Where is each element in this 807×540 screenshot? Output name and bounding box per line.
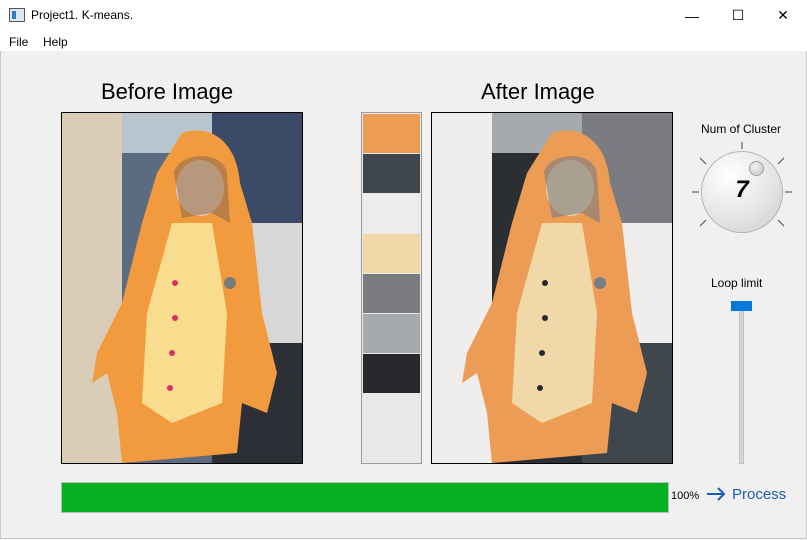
palette-swatch xyxy=(363,354,420,393)
loop-limit-track[interactable] xyxy=(739,302,744,464)
palette-swatch xyxy=(363,314,420,353)
minimize-icon: — xyxy=(685,7,699,24)
num-cluster-label: Num of Cluster xyxy=(701,122,782,136)
palette-swatch xyxy=(363,394,420,461)
palette-swatch xyxy=(363,114,420,153)
title-bar: Project1. K-means. — ☐ ✕ xyxy=(0,0,807,31)
window-title: Project1. K-means. xyxy=(31,8,134,22)
menu-help[interactable]: Help xyxy=(43,35,68,49)
arrow-right-icon xyxy=(707,487,726,501)
progress-bar xyxy=(61,482,669,513)
dial-grip-icon xyxy=(750,162,763,175)
num-cluster-dial[interactable]: 7 xyxy=(702,152,782,232)
palette-swatch xyxy=(363,234,420,273)
progress-fill xyxy=(62,483,668,512)
num-cluster-value: 7 xyxy=(735,176,749,203)
close-icon: ✕ xyxy=(777,7,789,23)
after-image-drawing xyxy=(432,113,672,463)
maximize-button[interactable]: ☐ xyxy=(715,0,761,31)
maximize-icon: ☐ xyxy=(731,7,745,23)
loop-limit-handle[interactable] xyxy=(731,301,752,311)
menu-bar: File Help xyxy=(0,31,807,51)
menu-file[interactable]: File xyxy=(9,35,28,49)
after-image-heading: After Image xyxy=(481,79,595,104)
process-button[interactable]: Process xyxy=(706,480,796,508)
cluster-palette xyxy=(361,112,422,464)
palette-swatch xyxy=(363,274,420,313)
minimize-button[interactable]: — xyxy=(669,0,715,31)
before-image-drawing xyxy=(62,113,302,463)
before-image-heading: Before Image xyxy=(101,79,234,104)
palette-swatch xyxy=(363,194,420,233)
after-image xyxy=(431,112,673,464)
palette-swatch xyxy=(363,154,420,193)
progress-text: 100% xyxy=(671,490,700,502)
close-button[interactable]: ✕ xyxy=(760,0,806,31)
app-icon xyxy=(9,8,25,22)
process-label: Process xyxy=(732,485,787,503)
loop-limit-label: Loop limit xyxy=(711,276,763,290)
before-image xyxy=(61,112,303,464)
